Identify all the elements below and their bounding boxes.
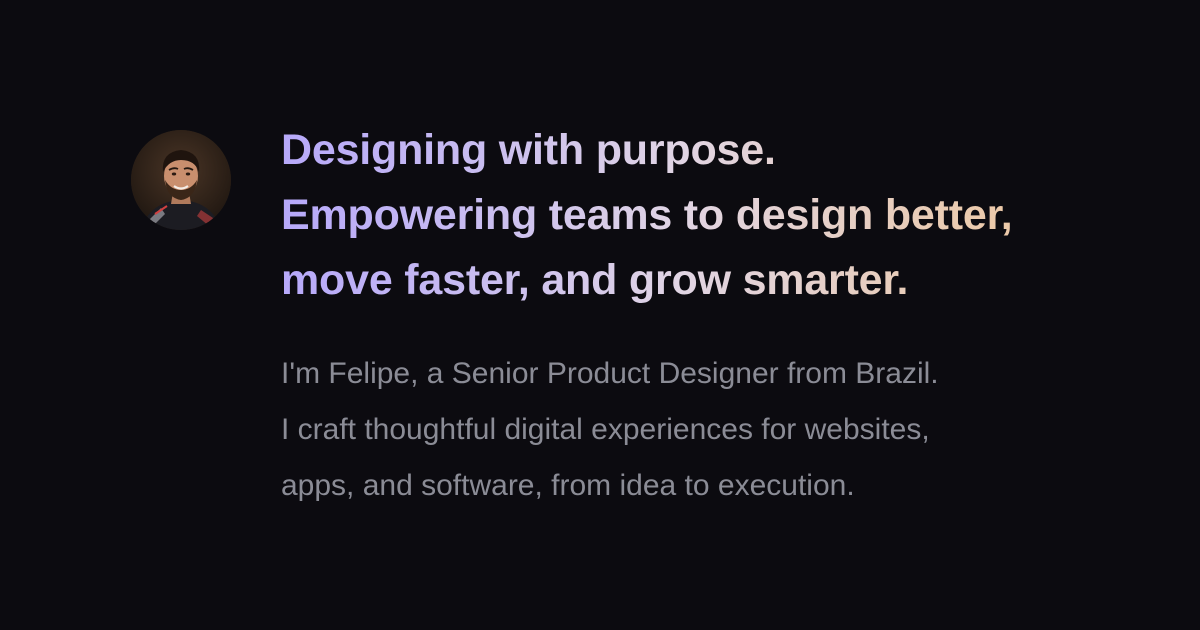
profile-photo-icon (131, 130, 231, 230)
headline-line: move faster, and grow smarter. (281, 248, 1141, 313)
intro-paragraph: I'm Felipe, a Senior Product Designer fr… (281, 346, 1141, 514)
intro-line: apps, and software, from idea to executi… (281, 469, 855, 502)
avatar (131, 130, 231, 230)
headline-line: Designing with purpose. (281, 118, 1141, 183)
intro-line: I craft thoughtful digital experiences f… (281, 413, 930, 446)
intro-line: I'm Felipe, a Senior Product Designer fr… (281, 357, 939, 390)
hero-content: Designing with purpose. Empowering teams… (281, 118, 1141, 514)
headline-line: Empowering teams to design better, (281, 183, 1141, 248)
headline: Designing with purpose. Empowering teams… (281, 118, 1141, 313)
